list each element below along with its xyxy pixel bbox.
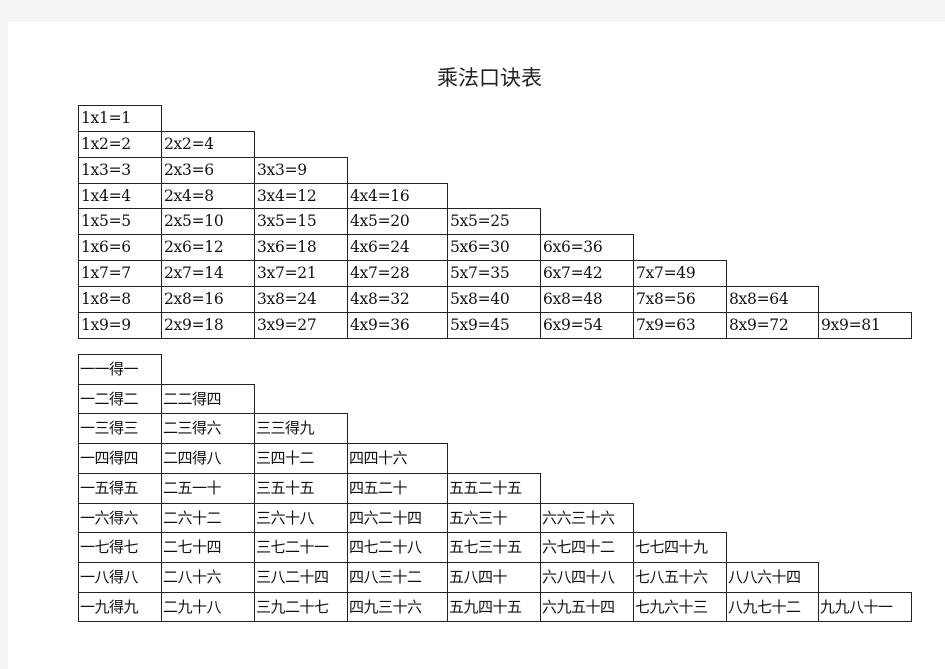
numeric-table-cell: 2x6=12 — [161, 234, 255, 261]
chinese-table-cell: 七七四十九 — [633, 532, 727, 563]
chinese-table-cell: 三四十二 — [254, 443, 348, 474]
numeric-table-cell: 1x9=9 — [78, 312, 162, 339]
numeric-table-cell: 1x7=7 — [78, 260, 162, 287]
chinese-table-cell: 三八二十四 — [254, 562, 348, 593]
numeric-table-cell: 5x9=45 — [447, 312, 541, 339]
numeric-table-cell: 2x4=8 — [161, 183, 255, 209]
chinese-table-cell: 三五十五 — [254, 473, 348, 504]
numeric-table-cell: 1x6=6 — [78, 234, 162, 261]
numeric-table-cell: 6x9=54 — [540, 312, 634, 339]
numeric-table-cell: 1x2=2 — [78, 131, 162, 158]
chinese-table-cell: 六七四十二 — [540, 532, 634, 563]
chinese-table-cell: 二九十八 — [161, 592, 255, 622]
numeric-table-cell: 4x6=24 — [347, 234, 448, 261]
chinese-table-cell: 一四得四 — [78, 443, 162, 474]
document-page: 乘法口诀表 1x1=1 1x2=2 2x2=4 1x3=3 2x3=6 3x3=9 1x4=… — [8, 22, 945, 669]
chinese-table-cell: 四八三十二 — [347, 562, 448, 593]
chinese-table-cell: 一五得五 — [78, 473, 162, 504]
chinese-table-cell: 五五二十五 — [447, 473, 541, 504]
numeric-table-cell: 8x8=64 — [726, 286, 819, 313]
numeric-table-cell: 8x9=72 — [726, 312, 819, 339]
chinese-table-cell: 四六二十四 — [347, 503, 448, 533]
numeric-table-cell: 2x3=6 — [161, 157, 255, 184]
numeric-table-cell: 3x9=27 — [254, 312, 348, 339]
numeric-table-cell: 5x8=40 — [447, 286, 541, 313]
numeric-table-cell: 2x7=14 — [161, 260, 255, 287]
chinese-table-cell: 五九四十五 — [447, 592, 541, 622]
chinese-table-cell: 一一得一 — [78, 354, 162, 385]
chinese-table-cell: 五六三十 — [447, 503, 541, 533]
numeric-table-cell: 3x4=12 — [254, 183, 348, 209]
chinese-table-cell: 六八四十八 — [540, 562, 634, 593]
chinese-table-cell: 一三得三 — [78, 413, 162, 444]
numeric-table-cell: 4x5=20 — [347, 208, 448, 235]
chinese-table-cell: 二八十六 — [161, 562, 255, 593]
numeric-table-cell: 6x6=36 — [540, 234, 634, 261]
chinese-table-cell: 一六得六 — [78, 503, 162, 533]
numeric-table-cell: 5x5=25 — [447, 208, 541, 235]
chinese-table-cell: 八九七十二 — [726, 592, 819, 622]
numeric-table-cell: 7x9=63 — [633, 312, 727, 339]
chinese-table-cell: 四四十六 — [347, 443, 448, 474]
numeric-table-cell: 4x8=32 — [347, 286, 448, 313]
numeric-table-cell: 4x7=28 — [347, 260, 448, 287]
numeric-table-cell: 3x8=24 — [254, 286, 348, 313]
chinese-table-cell: 四五二十 — [347, 473, 448, 504]
numeric-table-cell: 2x5=10 — [161, 208, 255, 235]
numeric-table-cell: 9x9=81 — [818, 312, 912, 339]
numeric-table-cell: 5x6=30 — [447, 234, 541, 261]
chinese-table-cell: 一八得八 — [78, 562, 162, 593]
numeric-table-cell: 2x9=18 — [161, 312, 255, 339]
numeric-table-cell: 1x4=4 — [78, 183, 162, 209]
numeric-table-cell: 4x4=16 — [347, 183, 448, 209]
numeric-table-cell: 3x5=15 — [254, 208, 348, 235]
chinese-table-cell: 六九五十四 — [540, 592, 634, 622]
numeric-table-cell: 1x8=8 — [78, 286, 162, 313]
chinese-table-cell: 二七十四 — [161, 532, 255, 563]
chinese-table-cell: 二五一十 — [161, 473, 255, 504]
numeric-table-cell: 7x8=56 — [633, 286, 727, 313]
chinese-table-cell: 二六十二 — [161, 503, 255, 533]
numeric-table-cell: 3x7=21 — [254, 260, 348, 287]
numeric-table-cell: 6x8=48 — [540, 286, 634, 313]
chinese-table-cell: 三六十八 — [254, 503, 348, 533]
chinese-table-cell: 八八六十四 — [726, 562, 819, 593]
chinese-table-cell: 二三得六 — [161, 413, 255, 444]
chinese-table-cell: 三三得九 — [254, 413, 348, 444]
chinese-table-cell: 三七二十一 — [254, 532, 348, 563]
numeric-table-cell: 5x7=35 — [447, 260, 541, 287]
numeric-table-cell: 2x8=16 — [161, 286, 255, 313]
numeric-table-cell: 2x2=4 — [161, 131, 255, 158]
chinese-table-cell: 一九得九 — [78, 592, 162, 622]
chinese-table-cell: 一二得二 — [78, 384, 162, 414]
numeric-table-cell: 1x3=3 — [78, 157, 162, 184]
numeric-table-cell: 6x7=42 — [540, 260, 634, 287]
page-title: 乘法口诀表 — [437, 66, 542, 90]
chinese-table-cell: 三九二十七 — [254, 592, 348, 622]
numeric-table-cell: 4x9=36 — [347, 312, 448, 339]
chinese-table-cell: 一七得七 — [78, 532, 162, 563]
numeric-table-cell: 7x7=49 — [633, 260, 727, 287]
chinese-table-cell: 五七三十五 — [447, 532, 541, 563]
chinese-table-cell: 五八四十 — [447, 562, 541, 593]
numeric-table-cell: 1x5=5 — [78, 208, 162, 235]
chinese-table-cell: 七八五十六 — [633, 562, 727, 593]
chinese-table-cell: 九九八十一 — [818, 592, 912, 622]
numeric-table-cell: 1x1=1 — [78, 105, 162, 132]
chinese-table-cell: 四七二十八 — [347, 532, 448, 563]
chinese-table-cell: 七九六十三 — [633, 592, 727, 622]
numeric-table-cell: 3x6=18 — [254, 234, 348, 261]
chinese-table-cell: 四九三十六 — [347, 592, 448, 622]
chinese-table-cell: 二四得八 — [161, 443, 255, 474]
chinese-table-cell: 二二得四 — [161, 384, 255, 414]
chinese-table-cell: 六六三十六 — [540, 503, 634, 533]
numeric-table-cell: 3x3=9 — [254, 157, 348, 184]
